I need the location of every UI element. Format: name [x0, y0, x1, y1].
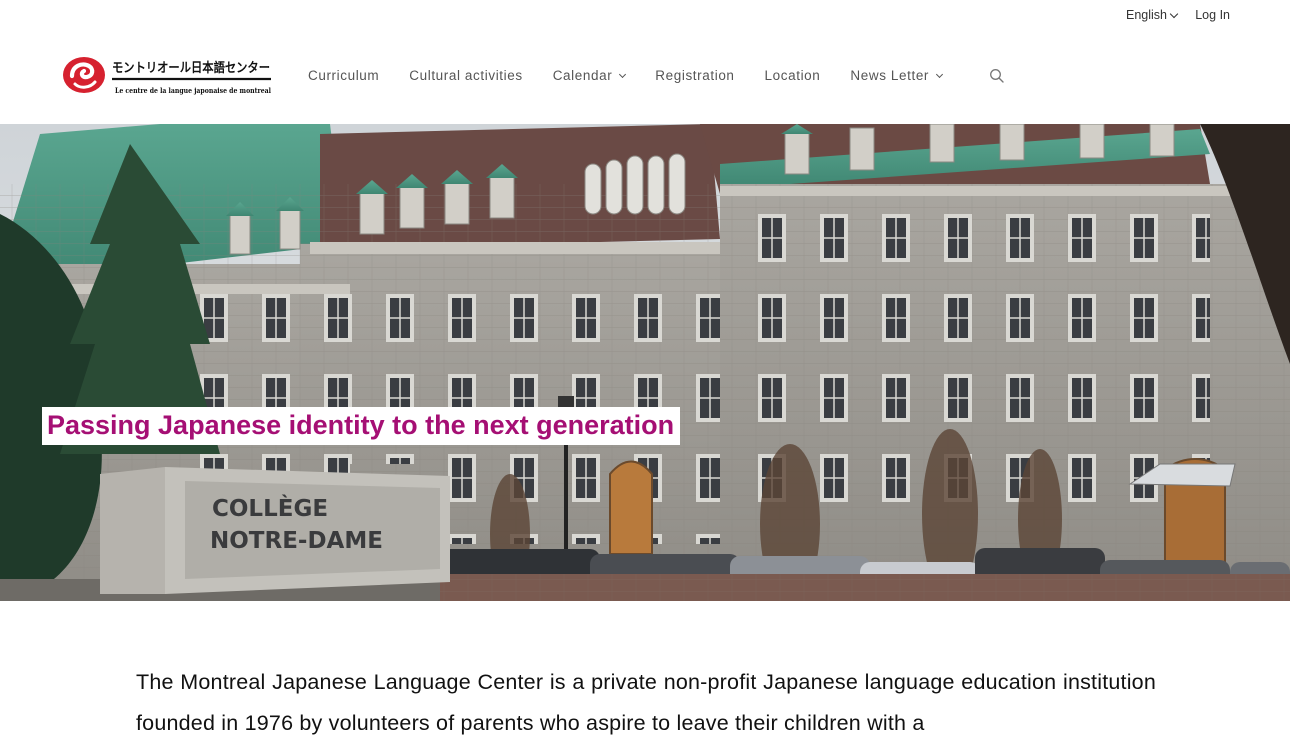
nav-label: News Letter [850, 68, 930, 83]
site-header: モントリオール日本語センター Le centre de la langue ja… [0, 32, 1290, 124]
nav-label: Location [764, 68, 821, 83]
nav-item-registration[interactable]: Registration [655, 68, 734, 83]
nav-item-cultural-activities[interactable]: Cultural activities [409, 68, 522, 83]
nav-item-news-letter[interactable]: News Letter [850, 68, 944, 83]
sign-text-line1: COLLÈGE [212, 494, 328, 522]
login-link[interactable]: Log In [1195, 8, 1230, 22]
site-logo[interactable]: モントリオール日本語センター Le centre de la langue ja… [62, 54, 274, 98]
college-sign: COLLÈGE NOTRE-DAME [100, 467, 450, 594]
intro-paragraph: The Montreal Japanese Language Center is… [136, 670, 1156, 735]
nav-label: Registration [655, 68, 735, 83]
hero-tagline: Passing Japanese identity to the next ge… [42, 407, 681, 445]
nav-item-location[interactable]: Location [765, 68, 821, 83]
nav-label: Curriculum [308, 68, 380, 83]
sign-text-line2: NOTRE-DAME [210, 528, 383, 554]
chevron-down-icon [935, 70, 944, 78]
main-navigation: Curriculum Cultural activities Calendar … [308, 68, 972, 83]
hero-banner: COLLÈGE NOTRE-DAME Passing Japanese iden… [0, 124, 1290, 601]
search-icon[interactable] [989, 68, 1005, 84]
nav-item-curriculum[interactable]: Curriculum [308, 68, 379, 83]
language-selector[interactable]: English [1126, 8, 1179, 22]
chevron-down-icon [619, 70, 627, 78]
top-utility-bar: English Log In [0, 0, 1290, 32]
chevron-down-icon [1169, 9, 1179, 18]
logo-japanese-text: モントリオール日本語センター [112, 60, 270, 76]
nav-label: Calendar [552, 68, 613, 83]
nav-label: Cultural activities [409, 68, 523, 83]
hero-image: COLLÈGE NOTRE-DAME [0, 124, 1290, 601]
nav-item-calendar[interactable]: Calendar [552, 68, 627, 83]
logo-emblem-icon [63, 57, 105, 93]
language-label: English [1126, 8, 1167, 22]
logo-subtitle: Le centre de la langue japonaise de mont… [115, 86, 271, 95]
